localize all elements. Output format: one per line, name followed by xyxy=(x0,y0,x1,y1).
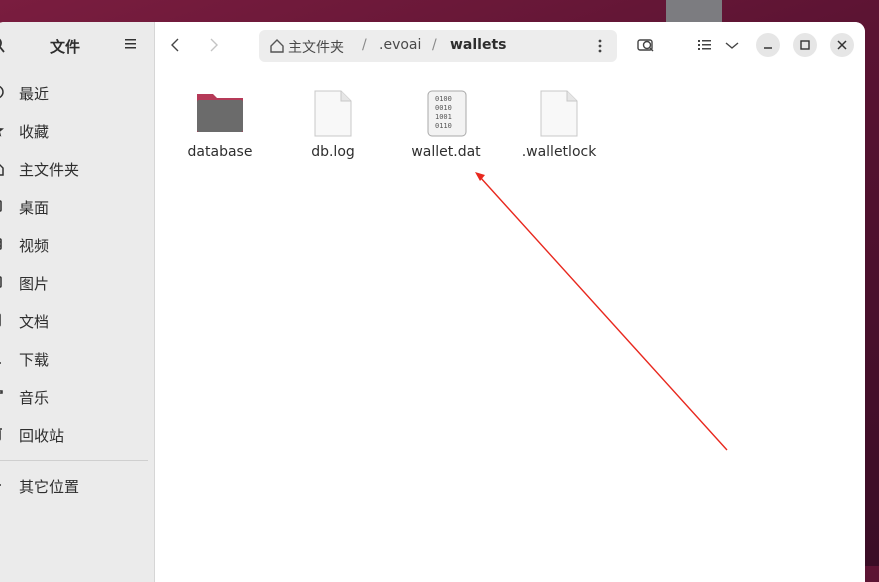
image-icon xyxy=(0,274,8,290)
sidebar-item-label: 收藏 xyxy=(19,123,50,141)
download-icon xyxy=(0,350,8,366)
sidebar-item-documents[interactable]: 文档 xyxy=(0,305,154,335)
path-bar: 主文件夹 / .evoai / wallets xyxy=(259,30,617,62)
text-file-icon xyxy=(535,90,583,140)
path-segment-home[interactable]: 主文件夹 xyxy=(288,37,344,57)
forward-button[interactable] xyxy=(205,35,223,55)
sidebar-item-label: 视频 xyxy=(19,237,50,255)
sidebar-item-label: 回收站 xyxy=(19,427,65,445)
path-segment-current[interactable]: wallets xyxy=(450,37,507,53)
path-separator: / xyxy=(432,37,437,53)
list-view-icon[interactable] xyxy=(693,33,717,57)
file-item-database[interactable]: database xyxy=(165,90,275,160)
home-icon xyxy=(0,160,8,176)
file-item-db-log[interactable]: db.log xyxy=(278,90,388,160)
desktop-icon xyxy=(0,198,8,214)
desktop-background-window xyxy=(666,0,722,22)
sidebar-item-starred[interactable]: 收藏 xyxy=(0,115,154,145)
path-segment-evoai[interactable]: .evoai xyxy=(379,37,421,53)
sidebar-item-label: 文档 xyxy=(19,313,50,331)
sidebar-item-videos[interactable]: 视频 xyxy=(0,229,154,259)
sidebar-title: 文件 xyxy=(50,38,81,56)
binary-glyph-line: 0100 xyxy=(435,95,452,103)
sidebar-item-home[interactable]: 主文件夹 xyxy=(0,153,154,183)
sidebar-item-label: 最近 xyxy=(19,85,50,103)
music-icon xyxy=(0,388,8,404)
home-icon xyxy=(269,38,285,54)
trash-icon xyxy=(0,426,8,442)
file-manager-window: 文件 最近 收藏 主文件夹 桌面 视频 图片 文档 下载 音乐 回收站 其它位置… xyxy=(0,22,865,582)
maximize-button[interactable] xyxy=(793,33,817,57)
more-options-icon[interactable] xyxy=(597,38,603,54)
sidebar-item-label: 主文件夹 xyxy=(19,161,80,179)
file-name: db.log xyxy=(311,144,355,160)
path-separator: / xyxy=(362,37,367,53)
file-item-wallet-dat[interactable]: 0100 0010 1001 0110 wallet.dat xyxy=(391,90,501,160)
sidebar-item-recent[interactable]: 最近 xyxy=(0,77,154,107)
sidebar-item-label: 图片 xyxy=(19,275,50,293)
sidebar-item-trash[interactable]: 回收站 xyxy=(0,419,154,449)
file-name: database xyxy=(187,144,253,160)
binary-glyph-line: 0010 xyxy=(435,104,452,112)
sidebar-item-label: 下载 xyxy=(19,351,50,369)
search-icon[interactable] xyxy=(0,36,6,54)
sidebar: 文件 最近 收藏 主文件夹 桌面 视频 图片 文档 下载 音乐 回收站 其它位置 xyxy=(0,22,155,582)
file-grid: database db.log 0100 0010 1001 0110 wall… xyxy=(155,68,865,582)
file-item-walletlock[interactable]: .walletlock xyxy=(504,90,614,160)
back-button[interactable] xyxy=(167,35,185,55)
sidebar-item-desktop[interactable]: 桌面 xyxy=(0,191,154,221)
chevron-down-icon[interactable] xyxy=(720,33,744,57)
binary-file-icon: 0100 0010 1001 0110 xyxy=(422,90,470,140)
sidebar-item-other-locations[interactable]: 其它位置 xyxy=(0,470,154,500)
video-icon xyxy=(0,236,8,252)
sidebar-item-downloads[interactable]: 下载 xyxy=(0,343,154,373)
binary-glyph-line: 1001 xyxy=(435,113,452,121)
file-name: .walletlock xyxy=(521,144,597,160)
sidebar-item-pictures[interactable]: 图片 xyxy=(0,267,154,297)
star-icon xyxy=(0,122,8,138)
sidebar-header: 文件 xyxy=(0,22,154,68)
close-button[interactable] xyxy=(830,33,854,57)
sidebar-item-label: 桌面 xyxy=(19,199,50,217)
plus-icon xyxy=(0,477,8,493)
document-icon xyxy=(0,312,8,328)
binary-glyph-line: 0110 xyxy=(435,122,452,130)
clock-icon xyxy=(0,84,8,100)
search-folder-icon[interactable] xyxy=(635,33,659,57)
sidebar-item-music[interactable]: 音乐 xyxy=(0,381,154,411)
sidebar-item-label: 音乐 xyxy=(19,389,50,407)
file-name: wallet.dat xyxy=(411,144,481,160)
sidebar-divider xyxy=(0,460,148,461)
hamburger-menu-icon[interactable] xyxy=(124,36,138,52)
minimize-button[interactable] xyxy=(756,33,780,57)
text-file-icon xyxy=(309,90,357,140)
sidebar-item-label: 其它位置 xyxy=(19,478,80,496)
folder-icon xyxy=(196,90,244,140)
